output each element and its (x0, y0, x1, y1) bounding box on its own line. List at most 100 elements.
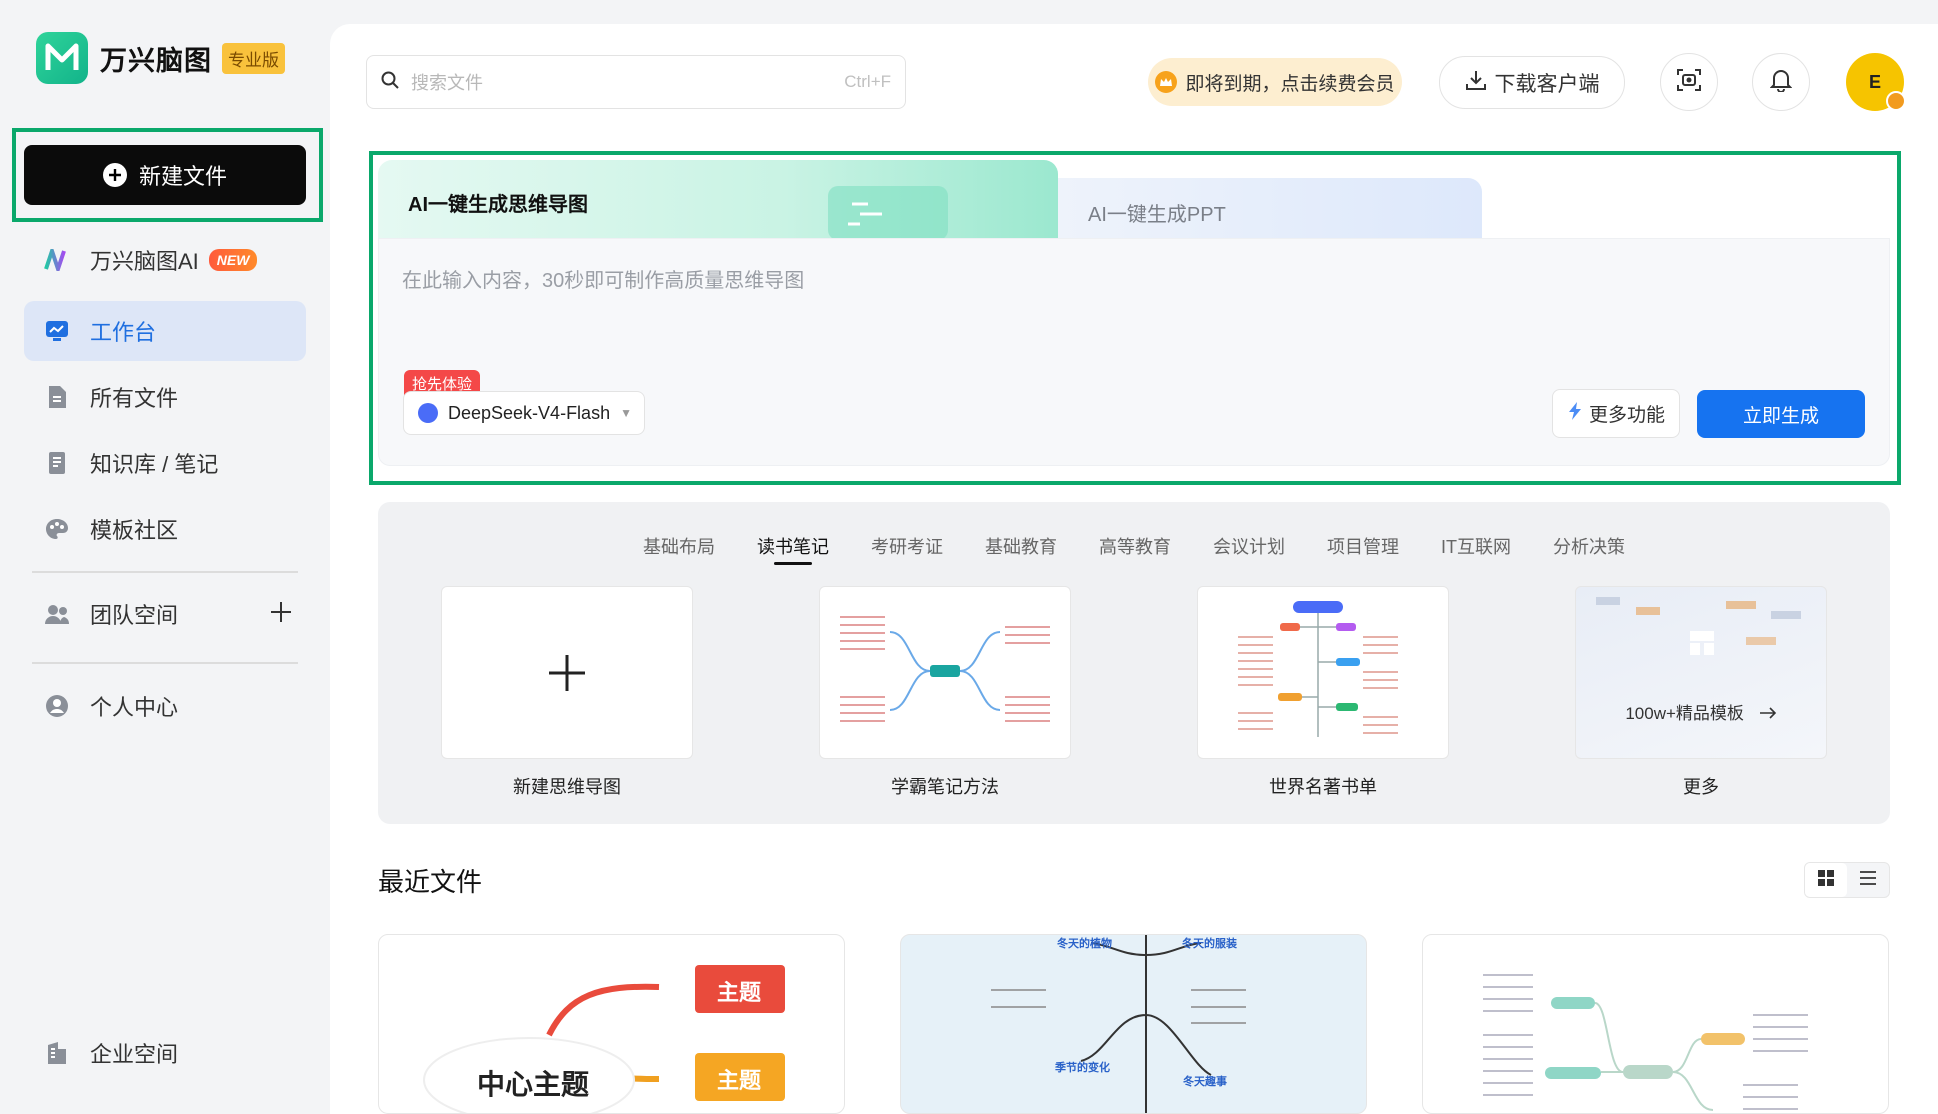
new-badge: NEW (208, 249, 258, 271)
category-tab[interactable]: 考研考证 (871, 533, 943, 559)
category-tab-active[interactable]: 读书笔记 (757, 533, 829, 559)
search-icon (381, 71, 399, 94)
branch-label: 冬天趣事 (1183, 1076, 1227, 1088)
palette-icon (44, 516, 70, 542)
template-card[interactable] (1197, 586, 1449, 759)
template-card-new[interactable] (441, 586, 693, 759)
new-file-button[interactable]: 新建文件 (24, 145, 306, 205)
branch-label: 冬天的服装 (1182, 938, 1237, 950)
template-card-more[interactable]: 100w+精品模板 (1575, 586, 1827, 759)
sidebar-item-label: 个人中心 (90, 695, 179, 720)
template-label: 世界名著书单 (1269, 777, 1377, 797)
recent-files-title: 最近文件 (378, 867, 483, 897)
topic-label: 主题 (717, 1068, 762, 1093)
user-icon (44, 693, 70, 719)
sidebar-item-ai[interactable]: 万兴脑图AI NEW (24, 230, 306, 290)
sidebar-item-label: 模板社区 (90, 518, 179, 543)
mindmap-decoration-icon (828, 186, 948, 240)
sidebar-item-enterprise[interactable]: 企业空间 (24, 1023, 306, 1083)
building-icon (44, 1040, 70, 1066)
user-avatar[interactable]: E (1846, 53, 1906, 111)
topic-label: 主题 (717, 980, 762, 1005)
model-select[interactable]: DeepSeek-V4-Flash ▼ (403, 391, 645, 435)
mindmap-thumbnail (991, 935, 1246, 1113)
download-icon (1465, 69, 1495, 97)
sidebar-item-label: 工作台 (90, 320, 157, 345)
list-view-button[interactable] (1847, 863, 1889, 897)
category-tab[interactable]: 基础教育 (985, 533, 1057, 559)
sidebar-divider (32, 571, 298, 573)
chevron-down-icon: ▼ (620, 406, 632, 420)
download-client-button[interactable]: 下载客户端 (1439, 56, 1625, 109)
sidebar-item-label: 知识库 / 笔记 (90, 452, 219, 477)
sidebar: 万兴脑图 专业版 新建文件 万兴脑图AI NEW 工作台 所有文件 知识库 / … (0, 0, 330, 1114)
renew-label: 即将到期，点击续费会员 (1185, 73, 1395, 95)
sidebar-item-label: 团队空间 (90, 603, 179, 628)
more-features-label: 更多功能 (1588, 405, 1665, 426)
plus-circle-icon (102, 163, 127, 187)
list-icon (1859, 870, 1877, 891)
template-card[interactable] (819, 586, 1071, 759)
category-tab[interactable]: 高等教育 (1099, 533, 1171, 559)
ai-logo-icon (44, 247, 70, 273)
grid-view-button[interactable] (1805, 863, 1847, 897)
deepseek-icon (418, 403, 438, 423)
category-tab[interactable]: 分析决策 (1553, 533, 1625, 559)
branch-label: 季节的变化 (1055, 1062, 1110, 1074)
tab-ai-mindmap[interactable]: AI一键生成思维导图 (378, 160, 1058, 240)
recent-file-card[interactable]: 主题 主题 中心主题 (378, 934, 845, 1114)
plus-icon (442, 587, 692, 758)
more-features-button[interactable]: 更多功能 (1552, 389, 1680, 438)
template-label: 学霸笔记方法 (891, 777, 999, 797)
screen-capture-button[interactable] (1660, 53, 1718, 111)
search-placeholder: 搜索文件 (411, 73, 483, 93)
sidebar-item-workspace[interactable]: 工作台 (24, 301, 306, 361)
tab-ai-ppt-label: AI一键生成PPT (1088, 204, 1226, 226)
mindmap-thumbnail (1483, 974, 1808, 1111)
category-tab[interactable]: IT互联网 (1441, 533, 1511, 559)
search-input[interactable]: 搜索文件 Ctrl+F (366, 55, 906, 109)
mindmap-thumbnail (840, 616, 1050, 722)
avatar-initial: E (1868, 71, 1881, 92)
vip-badge-icon (1886, 91, 1906, 111)
sidebar-item-all-files[interactable]: 所有文件 (24, 367, 306, 427)
sidebar-item-knowledge[interactable]: 知识库 / 笔记 (24, 433, 306, 493)
ai-input-placeholder: 在此输入内容，30秒即可制作高质量思维导图 (402, 270, 805, 292)
category-tab[interactable]: 基础布局 (643, 533, 715, 559)
sidebar-item-personal[interactable]: 个人中心 (24, 676, 306, 736)
mindmap-thumbnail (1238, 601, 1398, 737)
edition-badge: 专业版 (222, 42, 285, 74)
grid-icon (1817, 869, 1835, 892)
lightning-icon (1567, 401, 1583, 427)
sidebar-item-label: 企业空间 (90, 1042, 179, 1067)
search-shortcut: Ctrl+F (844, 72, 891, 91)
central-topic-label: 中心主题 (477, 1069, 590, 1100)
new-file-label: 新建文件 (138, 164, 227, 189)
branch-label: 冬天的植物 (1057, 938, 1112, 950)
sidebar-item-label: 万兴脑图AI (90, 249, 199, 274)
recent-file-card[interactable] (1422, 934, 1889, 1114)
tab-ai-ppt[interactable]: AI一键生成PPT (1058, 178, 1482, 240)
download-label: 下载客户端 (1494, 72, 1600, 96)
active-tab-indicator (774, 562, 812, 565)
app-name: 万兴脑图 (100, 45, 212, 76)
app-logo[interactable]: 万兴脑图 专业版 (36, 32, 285, 84)
team-icon (44, 601, 70, 627)
generate-now-button[interactable]: 立即生成 (1697, 390, 1865, 438)
template-label: 更多 (1683, 777, 1719, 797)
category-tab[interactable]: 会议计划 (1213, 533, 1285, 559)
scan-icon (1676, 68, 1702, 97)
renew-membership-button[interactable]: 即将到期，点击续费会员 (1148, 58, 1402, 106)
bell-icon (1769, 68, 1793, 97)
view-toggle (1804, 862, 1890, 898)
sidebar-item-team[interactable]: 团队空间 (24, 584, 306, 644)
recent-file-card[interactable]: 冬天的植物 冬天的服装 季节的变化 冬天趣事 (900, 934, 1367, 1114)
category-tab[interactable]: 项目管理 (1327, 533, 1399, 559)
mindmaster-logo-icon (36, 32, 88, 84)
tab-ai-mindmap-label: AI一键生成思维导图 (408, 194, 588, 216)
notifications-button[interactable] (1752, 53, 1810, 111)
sidebar-item-templates[interactable]: 模板社区 (24, 499, 306, 559)
mindmap-thumbnail (423, 965, 785, 1113)
add-team-button[interactable] (270, 599, 292, 629)
model-label: DeepSeek-V4-Flash (448, 402, 611, 423)
